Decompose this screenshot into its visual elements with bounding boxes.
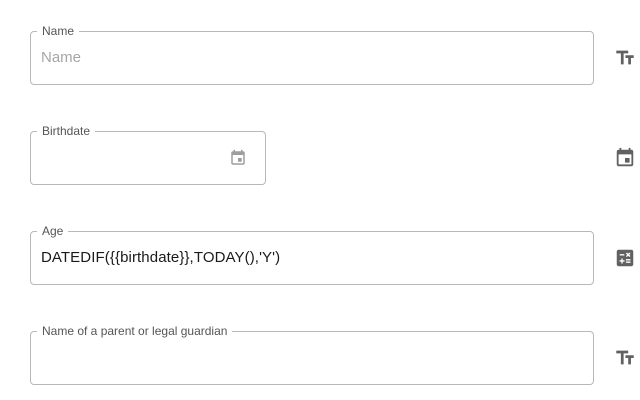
form-page: Name Birthdate Age Name of a parent or l… bbox=[0, 0, 640, 400]
age-field-label: Age bbox=[37, 224, 69, 238]
guardian-name-field: Name of a parent or legal guardian bbox=[30, 324, 594, 385]
name-field: Name bbox=[30, 24, 594, 85]
text-fields-icon[interactable] bbox=[614, 347, 636, 369]
birthdate-input[interactable] bbox=[41, 146, 225, 170]
name-field-label: Name bbox=[37, 24, 80, 38]
name-input[interactable] bbox=[41, 46, 583, 70]
age-formula-input[interactable] bbox=[41, 246, 583, 270]
guardian-name-input[interactable] bbox=[41, 346, 583, 370]
calculator-icon[interactable] bbox=[614, 247, 636, 269]
birthdate-field: Birthdate bbox=[30, 124, 266, 185]
age-field: Age bbox=[30, 224, 594, 285]
calendar-icon[interactable] bbox=[229, 149, 247, 167]
birthdate-field-label: Birthdate bbox=[37, 124, 96, 138]
guardian-name-field-label: Name of a parent or legal guardian bbox=[37, 324, 233, 338]
text-fields-icon[interactable] bbox=[614, 47, 636, 69]
calendar-type-icon[interactable] bbox=[614, 147, 636, 169]
